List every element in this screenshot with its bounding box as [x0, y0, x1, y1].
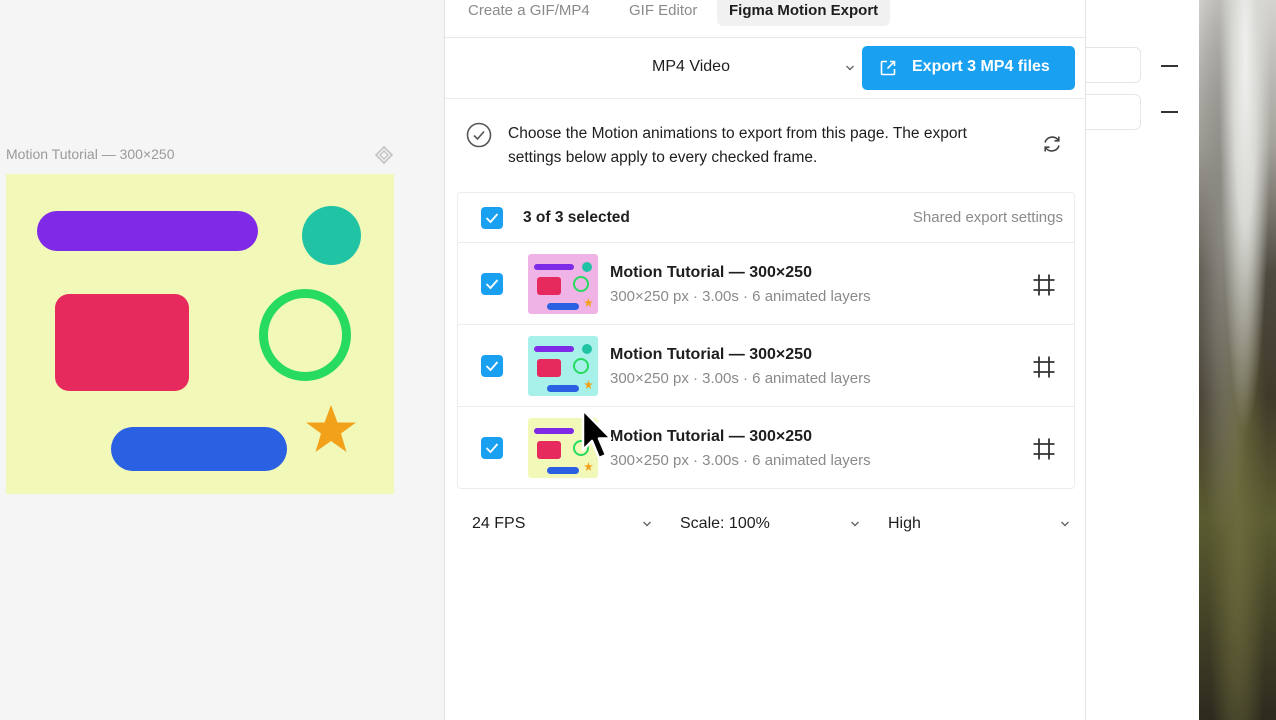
checkmark-icon: [485, 361, 499, 372]
checkmark-icon: [485, 213, 499, 224]
list-header: 3 of 3 selected Shared export settings: [458, 193, 1074, 243]
minus-icon[interactable]: [1161, 111, 1178, 113]
tab-figma-motion-export[interactable]: Figma Motion Export: [717, 0, 891, 26]
motion-frame[interactable]: [6, 174, 394, 494]
item-title: Motion Tutorial — 300×250: [610, 346, 812, 363]
design-canvas[interactable]: Motion Tutorial — 300×250: [0, 0, 444, 720]
select-all-checkbox[interactable]: [481, 207, 503, 229]
format-select-value: MP4 Video: [652, 58, 730, 75]
chevron-down-icon: [846, 65, 854, 71]
item-title: Motion Tutorial — 300×250: [610, 428, 812, 445]
external-link-icon: [880, 60, 896, 76]
minus-icon[interactable]: [1161, 65, 1178, 67]
scale-value: Scale: 100%: [680, 515, 770, 532]
shared-settings-label: Shared export settings: [912, 209, 1063, 226]
scale-select[interactable]: Scale: 100%: [680, 505, 865, 545]
component-diamond-icon: [374, 145, 394, 165]
chevron-down-icon: [643, 521, 651, 527]
quality-select[interactable]: High: [888, 505, 1073, 545]
chevron-down-icon: [1061, 521, 1069, 527]
blue-pill-shape[interactable]: [111, 427, 287, 471]
item-meta: 300×250 px · 3.00s · 6 animated layers: [610, 370, 871, 387]
star-shape[interactable]: [305, 403, 357, 455]
item-checkbox[interactable]: [481, 437, 503, 459]
animation-list: 3 of 3 selected Shared export settings M…: [457, 192, 1075, 489]
list-item[interactable]: Motion Tutorial — 300×250 300×250 px · 3…: [458, 407, 1074, 489]
export-button[interactable]: Export 3 MP4 files: [862, 46, 1075, 90]
purple-pill-shape[interactable]: [37, 211, 258, 251]
checkmark-icon: [485, 279, 499, 290]
green-ring-shape[interactable]: [259, 289, 351, 381]
item-title: Motion Tutorial — 300×250: [610, 264, 812, 281]
chevron-down-icon: [851, 521, 859, 527]
tab-gif-editor[interactable]: GIF Editor: [617, 0, 709, 26]
item-checkbox[interactable]: [481, 273, 503, 295]
list-item[interactable]: Motion Tutorial — 300×250 300×250 px · 3…: [458, 243, 1074, 325]
tab-create-gif-mp4[interactable]: Create a GIF/MP4: [456, 0, 602, 26]
mouse-cursor-icon: [581, 408, 613, 460]
tab-bar: Create a GIF/MP4 GIF Editor Figma Motion…: [445, 0, 1085, 38]
checkmark-icon: [485, 443, 499, 454]
item-meta: 300×250 px · 3.00s · 6 animated layers: [610, 452, 871, 469]
refresh-icon[interactable]: [1041, 133, 1063, 155]
frame-icon: [1033, 356, 1055, 378]
fps-select[interactable]: 24 FPS: [472, 505, 657, 545]
export-settings: 24 FPS Scale: 100% High: [445, 505, 1085, 545]
teal-circle-shape[interactable]: [302, 206, 361, 265]
info-text: Choose the Motion animations to export f…: [508, 125, 967, 166]
selected-count: 3 of 3 selected: [523, 209, 630, 226]
frame-thumbnail: [528, 336, 598, 396]
background-field[interactable]: [1086, 47, 1141, 83]
background-field[interactable]: [1086, 94, 1141, 130]
frame-label[interactable]: Motion Tutorial — 300×250: [6, 146, 175, 162]
frame-icon: [1033, 274, 1055, 296]
fps-value: 24 FPS: [472, 515, 526, 532]
check-circle-icon: [466, 122, 492, 148]
quality-value: High: [888, 515, 921, 532]
format-select[interactable]: MP4 Video: [595, 48, 860, 88]
desktop-wallpaper: [1199, 0, 1276, 720]
frame-icon: [1033, 438, 1055, 460]
list-item[interactable]: Motion Tutorial — 300×250 300×250 px · 3…: [458, 325, 1074, 407]
item-checkbox[interactable]: [481, 355, 503, 377]
frame-thumbnail: [528, 254, 598, 314]
export-button-label: Export 3 MP4 files: [912, 58, 1050, 75]
red-rectangle-shape[interactable]: [55, 294, 189, 391]
export-toolbar: MP4 Video Export 3 MP4 files: [445, 38, 1085, 99]
item-meta: 300×250 px · 3.00s · 6 animated layers: [610, 288, 871, 305]
plugin-panel: Create a GIF/MP4 GIF Editor Figma Motion…: [444, 0, 1086, 720]
